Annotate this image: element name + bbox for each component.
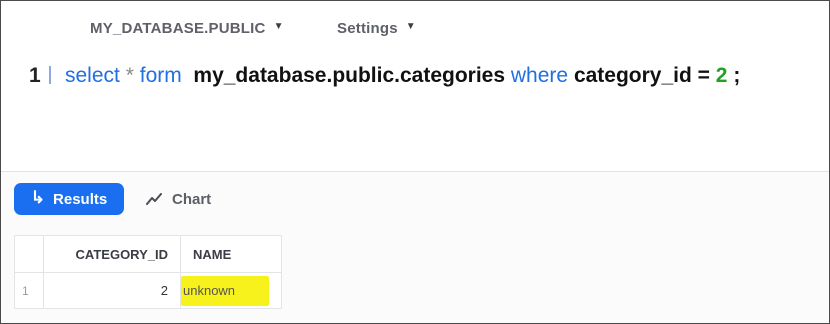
code-line[interactable]: 1 select * form my_database.public.categ… [29, 64, 740, 88]
tab-chart-label: Chart [172, 190, 212, 208]
settings-dropdown-label: Settings [337, 20, 398, 37]
line-number: 1 [29, 64, 41, 87]
tab-results[interactable]: ↳ Results [14, 183, 124, 215]
results-table: CATEGORY_ID NAME 1 2 unknown [14, 235, 282, 309]
keyword-form: form [139, 64, 182, 87]
tab-chart[interactable]: Chart [146, 183, 211, 215]
results-pane: ↳ Results Chart CATEGORY_ID NAME 1 2 unk… [1, 172, 829, 323]
name-cell[interactable]: unknown [180, 272, 282, 309]
app-window: MY_DATABASE.PUBLIC ▼ Settings ▼ 1 select… [0, 0, 830, 324]
row-number-cell: 1 [14, 272, 44, 309]
text-cursor [49, 66, 51, 84]
column-header-name[interactable]: NAME [180, 235, 282, 273]
toolbar: MY_DATABASE.PUBLIC ▼ Settings ▼ [1, 1, 829, 53]
caret-down-icon: ▼ [405, 21, 416, 32]
keyword-select: select [65, 64, 120, 87]
column-identifier: category_id [573, 64, 692, 87]
return-arrow-icon: ↳ [30, 188, 46, 207]
row-number-header [14, 235, 44, 273]
database-selector[interactable]: MY_DATABASE.PUBLIC ▼ [90, 20, 283, 37]
wildcard-star: * [125, 64, 134, 87]
numeric-literal: 2 [715, 64, 728, 87]
tab-results-label: Results [53, 190, 108, 208]
category-id-cell[interactable]: 2 [43, 272, 181, 309]
settings-dropdown[interactable]: Settings ▼ [337, 20, 416, 37]
column-header-category-id[interactable]: CATEGORY_ID [43, 235, 181, 273]
equals-operator: = [697, 64, 710, 87]
highlighted-name-value: unknown [181, 275, 269, 306]
caret-down-icon: ▼ [273, 21, 284, 32]
table-identifier: my_database.public.categories [193, 64, 506, 87]
table-row: 1 2 unknown [14, 272, 282, 309]
table-header-row: CATEGORY_ID NAME [14, 235, 282, 273]
sql-editor[interactable]: 1 select * form my_database.public.categ… [1, 53, 829, 171]
line-chart-icon [146, 193, 162, 205]
semicolon: ; [733, 64, 741, 87]
keyword-where: where [510, 64, 569, 87]
database-selector-label: MY_DATABASE.PUBLIC [90, 20, 266, 37]
